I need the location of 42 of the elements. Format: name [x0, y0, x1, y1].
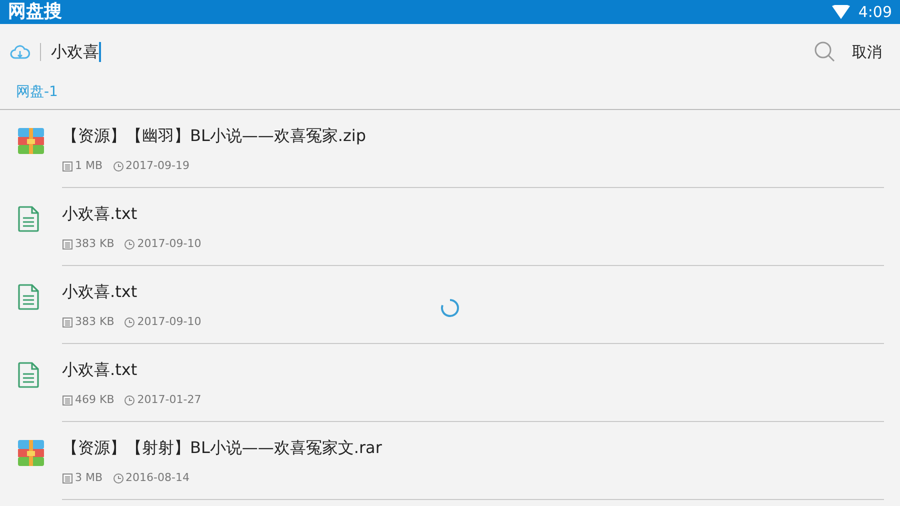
file-name: 【资源】【射射】BL小说——欢喜冤家文.rar [62, 438, 383, 458]
file-row[interactable]: 小欢喜.txt 383 KB 2017-09-10 [0, 188, 900, 266]
file-row[interactable]: 小欢喜.txt 383 KB 2017-09-10 [0, 266, 900, 344]
file-name: 【资源】【幽羽】BL小说——欢喜冤家.zip [62, 126, 367, 146]
cloud-icon [10, 45, 30, 59]
document-icon [18, 206, 40, 232]
clock-icon [124, 238, 136, 250]
file-size: 469 KB [75, 392, 114, 408]
file-date: 2017-09-10 [137, 314, 202, 330]
file-size-icon [62, 316, 73, 328]
file-name: 小欢喜.txt [62, 282, 138, 302]
file-size-icon [62, 472, 73, 484]
document-icon [18, 362, 40, 388]
search-field[interactable]: 小欢喜 [51, 40, 814, 64]
clock: 4:09 [858, 2, 892, 23]
app-title: 网盘搜 [8, 3, 62, 21]
file-name: 小欢喜.txt [62, 204, 138, 224]
clock-icon [112, 160, 124, 172]
file-size: 383 KB [75, 314, 114, 330]
file-size: 383 KB [75, 236, 114, 252]
archive-icon [18, 128, 44, 154]
clock-icon [124, 316, 136, 328]
wifi-icon [832, 5, 850, 19]
file-date: 2016-08-14 [126, 470, 190, 486]
file-name: 小欢喜.txt [62, 360, 138, 380]
file-row[interactable]: 【资源】【射射】BL小说——欢喜冤家文.rar 3 MB 2016-08-14 [0, 422, 900, 500]
file-row[interactable]: 小欢喜.txt 469 KB 2017-01-27 [0, 344, 900, 422]
file-date: 2017-09-10 [137, 236, 202, 252]
file-row[interactable]: 【资源】【幽羽】BL小说——欢喜冤家.zip 1 MB 2017-09-19 [0, 110, 900, 188]
file-date: 2017-09-19 [126, 158, 190, 174]
file-size-icon [62, 394, 73, 406]
archive-icon [18, 440, 44, 466]
file-size: 3 MB [75, 470, 103, 486]
file-size-icon [62, 160, 73, 172]
search-icon[interactable] [814, 41, 836, 63]
clock-icon [112, 472, 124, 484]
document-icon [18, 284, 40, 310]
file-size-icon [62, 238, 73, 250]
file-date: 2017-01-27 [137, 392, 202, 408]
file-size: 1 MB [75, 158, 103, 174]
clock-icon [124, 394, 136, 406]
cancel-button[interactable]: 取消 [852, 40, 882, 64]
